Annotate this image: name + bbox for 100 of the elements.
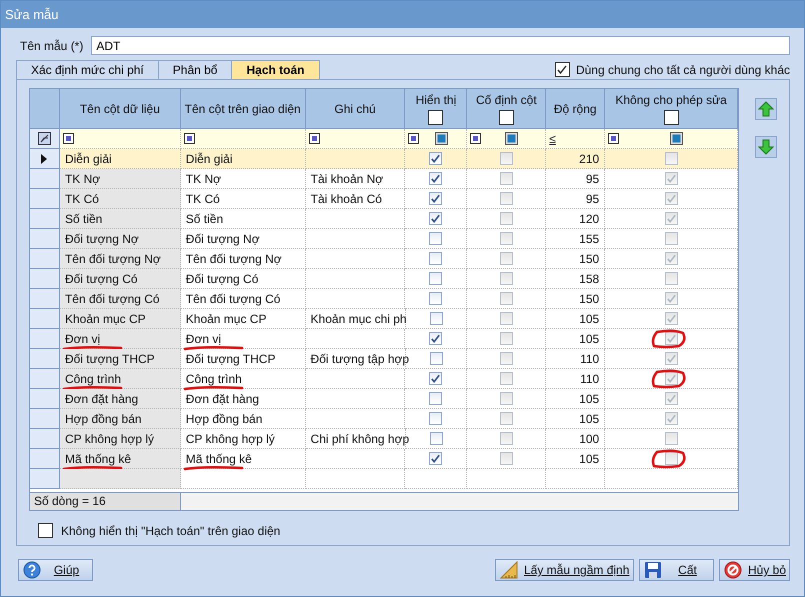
table-cell: Khoản mục chi ph <box>306 309 406 329</box>
row-pointer-icon <box>41 154 48 164</box>
table-cell: Tên đối tượng Nợ <box>60 249 181 269</box>
filter-operator-icon[interactable] <box>184 133 195 144</box>
table-cell <box>546 469 606 489</box>
tab[interactable]: Xác định mức chi phí <box>16 60 159 79</box>
filter-cell[interactable] <box>605 129 738 149</box>
table-cell: 105 <box>546 329 606 349</box>
table-cell: CP không hợp lý <box>180 429 306 449</box>
filter-operator-icon[interactable] <box>408 133 420 144</box>
table-cell: Tên đối tượng Có <box>60 289 181 309</box>
filter-value-icon[interactable] <box>505 132 518 145</box>
table-cell: 158 <box>546 269 606 289</box>
table-cell: Đối tượng THCP <box>180 349 306 369</box>
table-cell: Khoản mục CP <box>60 309 181 329</box>
table-cell: Đối tượng tập hợp <box>306 349 406 369</box>
table-cell: 120 <box>546 209 606 229</box>
table-cell: 105 <box>546 309 606 329</box>
cancel-button[interactable]: Hủy bỏ <box>719 559 790 581</box>
window-title: Sửa mẫu <box>5 7 59 22</box>
checkbox[interactable] <box>430 312 442 325</box>
table-cell: 105 <box>546 409 606 429</box>
filter-cell[interactable] <box>60 129 181 149</box>
table-cell: Mã thống kê <box>60 449 181 469</box>
table-cell: Diễn giải <box>180 149 306 169</box>
row-count: Số dòng = 16 <box>30 493 181 510</box>
table-cell: Đơn đặt hàng <box>60 389 181 409</box>
down-arrow-icon <box>758 139 774 155</box>
filter-operator-icon[interactable] <box>470 133 482 144</box>
table-cell: 110 <box>546 369 606 389</box>
checkbox[interactable] <box>429 392 442 405</box>
ruler-icon <box>500 561 518 579</box>
checkbox[interactable] <box>38 523 53 538</box>
help-button[interactable]: Giúp <box>18 559 93 581</box>
table-cell: Đối tượng Nợ <box>180 229 306 249</box>
checkbox[interactable] <box>429 232 442 245</box>
table-cell: Tài khoản Có <box>306 189 406 209</box>
filter-cell[interactable] <box>405 129 468 149</box>
up-arrow-icon <box>758 101 774 117</box>
checkbox[interactable] <box>429 192 442 205</box>
table-cell: Đơn vị <box>60 329 181 349</box>
filter-cell[interactable] <box>180 129 306 149</box>
tab[interactable]: Hạch toán <box>231 60 320 79</box>
cancel-icon <box>724 561 742 579</box>
checkbox[interactable] <box>429 452 442 465</box>
checkbox[interactable] <box>430 352 442 365</box>
table-cell: Tài khoản Nợ <box>306 169 406 189</box>
table-cell: Số tiền <box>60 209 181 229</box>
table-cell: Hợp đồng bán <box>180 409 306 429</box>
table-cell: Diễn giải <box>60 149 181 169</box>
table-cell: 105 <box>546 449 606 469</box>
table-cell: 150 <box>546 289 606 309</box>
filter-cell[interactable] <box>467 129 546 149</box>
row-header[interactable] <box>30 149 60 169</box>
default-template-button[interactable]: Lấy mẫu ngầm định <box>495 559 634 581</box>
filter-cell[interactable] <box>306 129 406 149</box>
checkbox[interactable] <box>429 412 442 425</box>
table-cell: Khoản mục CP <box>180 309 306 329</box>
table-cell: TK Có <box>180 189 306 209</box>
help-icon <box>23 561 41 579</box>
table-cell: 95 <box>546 189 606 209</box>
checkbox[interactable] <box>429 172 442 185</box>
filter-operator-icon[interactable] <box>308 133 320 144</box>
filter-operator-icon[interactable] <box>608 133 620 144</box>
table-cell: Tên đối tượng Có <box>180 289 306 309</box>
checkbox-label: Dùng chung cho tất cả người dùng khác <box>576 62 790 76</box>
table-cell: Số tiền <box>180 209 306 229</box>
table-cell: Công trình <box>180 369 306 389</box>
table-cell: Đối tượng Có <box>180 269 306 289</box>
filter-value-icon[interactable] <box>670 132 684 145</box>
filter-operator[interactable]: ≤ <box>549 132 556 146</box>
table-cell: 155 <box>546 229 606 249</box>
table-cell: Công trình <box>60 369 181 389</box>
checkbox[interactable] <box>430 432 442 445</box>
checkbox[interactable] <box>429 152 442 165</box>
table-cell: Mã thống kê <box>180 449 306 469</box>
filter-cell[interactable]: ≤ <box>546 129 606 149</box>
checkbox[interactable] <box>429 212 442 225</box>
template-name-field[interactable]: ADT <box>91 36 790 55</box>
checkbox[interactable] <box>429 272 442 285</box>
filter-value-icon[interactable] <box>434 132 448 145</box>
move-up-button[interactable] <box>755 98 777 120</box>
checkbox[interactable] <box>429 332 442 345</box>
checkbox[interactable] <box>554 62 570 77</box>
checkbox[interactable] <box>429 292 442 305</box>
filter-editor-icon[interactable] <box>38 132 51 145</box>
checkbox[interactable] <box>429 372 442 385</box>
table-cell: Tên đối tượng Nợ <box>180 249 306 269</box>
table-cell: Đối tượng THCP <box>60 349 181 369</box>
save-button[interactable]: Cất <box>639 559 714 581</box>
checkbox[interactable] <box>429 252 442 265</box>
table-cell: 210 <box>546 149 606 169</box>
move-down-button[interactable] <box>755 136 777 158</box>
column-header[interactable]: Ghi chú <box>334 102 376 116</box>
table-cell: Đối tượng Nợ <box>60 229 181 249</box>
table-cell: Đơn vị <box>180 329 306 349</box>
header-checkbox[interactable] <box>428 110 444 124</box>
table-cell: 100 <box>546 429 606 449</box>
filter-operator-icon[interactable] <box>62 133 74 144</box>
checkbox-label: Không hiển thị "Hạch toán" trên giao diện <box>61 524 280 538</box>
